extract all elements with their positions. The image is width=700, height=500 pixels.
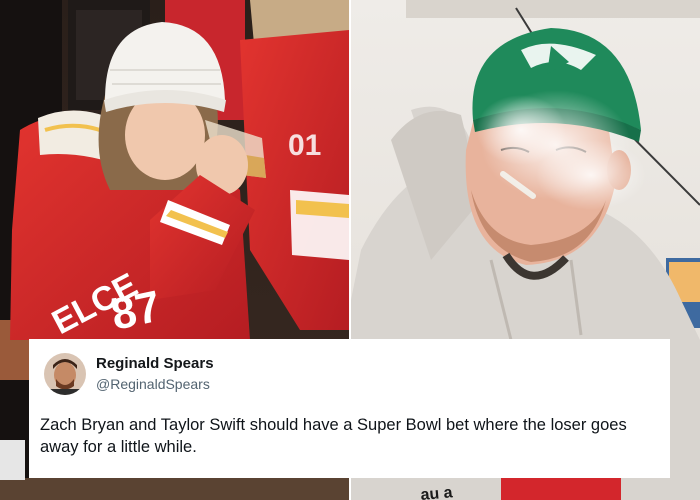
user-handle[interactable]: @ReginaldSpears: [96, 376, 210, 392]
tweet-text: Zach Bryan and Taylor Swift should have …: [40, 416, 627, 456]
display-name[interactable]: Reginald Spears: [96, 355, 214, 372]
avatar[interactable]: [44, 353, 86, 395]
bottom-lettering: au a: [420, 484, 453, 500]
sleeve-number: 01: [288, 129, 321, 162]
tweet-card: Reginald Spears @ReginaldSpears Zach Bry…: [29, 339, 670, 478]
